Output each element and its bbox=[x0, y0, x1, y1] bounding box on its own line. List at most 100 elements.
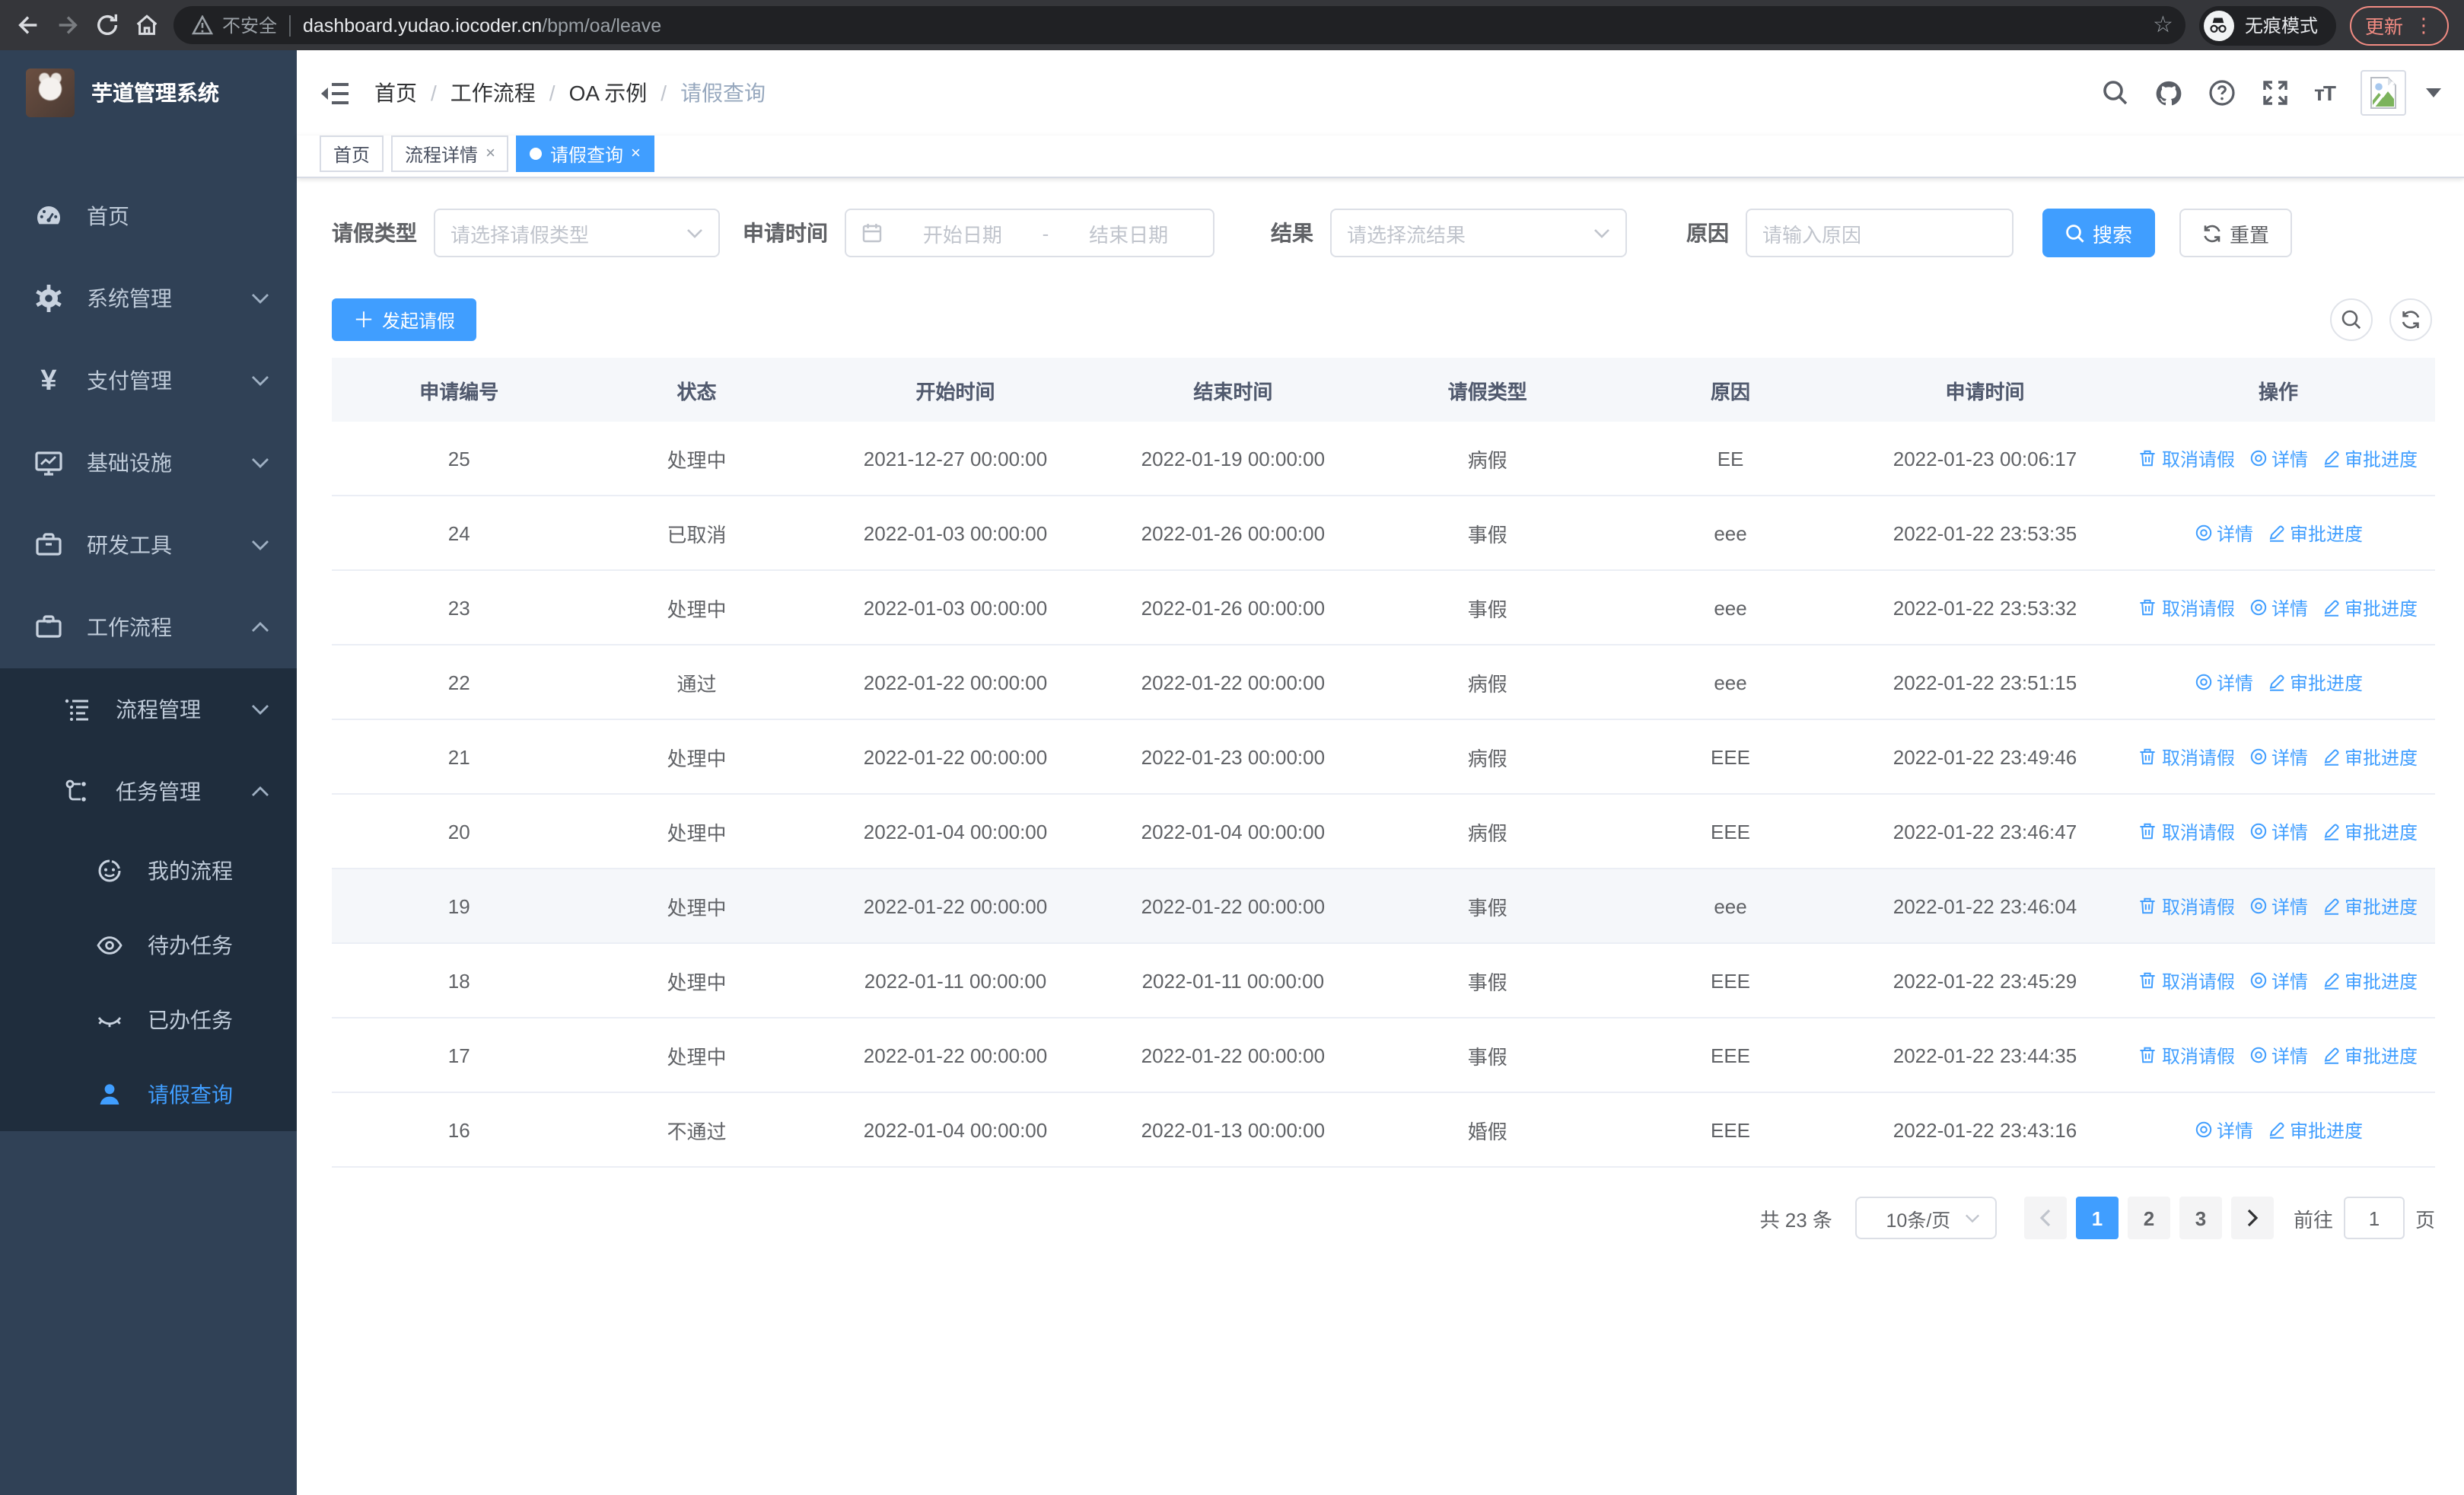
sidebar-item-workflow[interactable]: 工作流程 bbox=[0, 586, 297, 668]
search-icon[interactable] bbox=[2101, 79, 2128, 107]
sidebar-item-leave-query[interactable]: 请假查询 bbox=[0, 1057, 297, 1131]
progress-action-link[interactable]: 审批进度 bbox=[2267, 669, 2363, 695]
progress-action-link[interactable]: 审批进度 bbox=[2322, 445, 2418, 471]
github-icon[interactable] bbox=[2154, 79, 2182, 107]
browser-reload-icon[interactable] bbox=[94, 12, 120, 38]
avatar-caret-icon[interactable] bbox=[2426, 88, 2441, 97]
pagination: 共 23 条 10条/页 1 2 3 前往 1 页 bbox=[332, 1197, 2435, 1239]
sidebar-item-payment[interactable]: ¥ 支付管理 bbox=[0, 339, 297, 422]
leave-type-select[interactable]: 请选择请假类型 bbox=[434, 209, 720, 257]
detail-action-link[interactable]: 详情 bbox=[2249, 594, 2308, 620]
tree-icon bbox=[61, 775, 94, 808]
sidebar-item-process-mgmt[interactable]: 流程管理 bbox=[0, 668, 297, 751]
chevron-up-icon bbox=[251, 786, 269, 798]
page-button-1[interactable]: 1 bbox=[2075, 1197, 2119, 1239]
sidebar-item-home[interactable]: 首页 bbox=[0, 175, 297, 257]
cancel-action-link[interactable]: 取消请假 bbox=[2139, 893, 2235, 919]
logo-row[interactable]: 芋道管理系统 bbox=[0, 50, 297, 135]
progress-action-link[interactable]: 审批进度 bbox=[2322, 594, 2418, 620]
table-search-toggle-button[interactable] bbox=[2330, 298, 2373, 341]
cancel-action-link[interactable]: 取消请假 bbox=[2139, 818, 2235, 844]
sidebar-item-system[interactable]: 系统管理 bbox=[0, 257, 297, 339]
progress-action-link[interactable]: 审批进度 bbox=[2322, 1042, 2418, 1068]
fullscreen-icon[interactable] bbox=[2261, 79, 2288, 107]
cancel-action-link[interactable]: 取消请假 bbox=[2139, 445, 2235, 471]
start-date-input[interactable]: 开始日期 bbox=[893, 218, 1032, 247]
breadcrumb-workflow[interactable]: 工作流程 bbox=[450, 78, 536, 108]
bookmark-star-icon[interactable]: ☆ bbox=[2153, 14, 2173, 37]
progress-action-link[interactable]: 审批进度 bbox=[2322, 893, 2418, 919]
browser-menu-icon[interactable]: ⋮ bbox=[2414, 15, 2434, 35]
help-icon[interactable] bbox=[2208, 79, 2235, 107]
goto-page-input[interactable]: 1 bbox=[2343, 1197, 2405, 1239]
detail-action-link[interactable]: 详情 bbox=[2249, 1042, 2308, 1068]
address-bar[interactable]: 不安全 dashboard.yudao.iocoder.cn/bpm/oa/le… bbox=[173, 6, 2185, 44]
detail-action-link[interactable]: 详情 bbox=[2249, 818, 2308, 844]
create-leave-button[interactable]: ＋ 发起请假 bbox=[332, 298, 477, 341]
tab-home[interactable]: 首页 bbox=[320, 135, 384, 172]
trash-icon bbox=[2141, 823, 2156, 840]
start-time-cell: 2021-12-27 00:00:00 bbox=[863, 447, 1048, 470]
detail-action-link[interactable]: 详情 bbox=[2194, 520, 2253, 546]
browser-forward-icon[interactable] bbox=[55, 12, 81, 38]
tab-leave-query[interactable]: 请假查询 × bbox=[516, 135, 654, 172]
application-id-cell: 19 bbox=[447, 894, 470, 917]
page-size-select[interactable]: 10条/页 bbox=[1854, 1197, 1997, 1239]
close-icon[interactable]: × bbox=[485, 145, 495, 162]
progress-action-link[interactable]: 审批进度 bbox=[2322, 967, 2418, 993]
trash-icon bbox=[2141, 450, 2156, 467]
detail-action-link[interactable]: 详情 bbox=[2249, 893, 2308, 919]
leave-type-cell: 事假 bbox=[1467, 971, 1507, 993]
page-button-3[interactable]: 3 bbox=[2179, 1197, 2222, 1239]
end-date-input[interactable]: 结束日期 bbox=[1059, 218, 1198, 247]
chevron-down-icon bbox=[251, 292, 269, 304]
browser-back-icon[interactable] bbox=[15, 12, 41, 38]
sidebar-item-devtools[interactable]: 研发工具 bbox=[0, 504, 297, 586]
cancel-action-link[interactable]: 取消请假 bbox=[2139, 744, 2235, 770]
toolbox-icon bbox=[32, 528, 65, 562]
close-icon[interactable]: × bbox=[631, 145, 641, 162]
end-time-cell: 2022-01-11 00:00:00 bbox=[1141, 969, 1325, 992]
cancel-action-link[interactable]: 取消请假 bbox=[2139, 967, 2235, 993]
progress-action-link[interactable]: 审批进度 bbox=[2322, 744, 2418, 770]
progress-action-link[interactable]: 审批进度 bbox=[2267, 520, 2363, 546]
cancel-action-link[interactable]: 取消请假 bbox=[2139, 1042, 2235, 1068]
progress-action-link[interactable]: 审批进度 bbox=[2322, 818, 2418, 844]
sidebar-item-my-process[interactable]: 我的流程 bbox=[0, 833, 297, 907]
status-cell: 处理中 bbox=[667, 598, 727, 620]
not-secure-badge[interactable]: 不安全 bbox=[192, 12, 277, 38]
reason-input[interactable]: 请输入原因 bbox=[1746, 209, 2014, 257]
apply-time-range-picker[interactable]: 开始日期 - 结束日期 bbox=[845, 209, 1214, 257]
search-button[interactable]: 搜索 bbox=[2042, 209, 2156, 257]
page-button-2[interactable]: 2 bbox=[2127, 1197, 2170, 1239]
user-avatar[interactable] bbox=[2361, 70, 2406, 116]
browser-update-button[interactable]: 更新 ⋮ bbox=[2349, 5, 2449, 45]
leave-type-cell: 病假 bbox=[1467, 821, 1507, 844]
breadcrumb-home[interactable]: 首页 bbox=[374, 78, 417, 108]
detail-action-link[interactable]: 详情 bbox=[2249, 445, 2308, 471]
sidebar-item-task-mgmt[interactable]: 任务管理 bbox=[0, 751, 297, 833]
browser-home-icon[interactable] bbox=[134, 12, 160, 38]
reset-button[interactable]: 重置 bbox=[2179, 209, 2293, 257]
table-refresh-button[interactable] bbox=[2389, 298, 2432, 341]
breadcrumb-oa-example[interactable]: OA 示例 bbox=[569, 78, 648, 108]
chevron-down-icon bbox=[1965, 1213, 1980, 1223]
application-id-cell: 21 bbox=[447, 745, 470, 768]
sidebar-collapse-icon[interactable] bbox=[320, 78, 350, 108]
result-select[interactable]: 请选择流结果 bbox=[1330, 209, 1627, 257]
page-content: 请假类型 请选择请假类型 申请时间 开始日期 - 结束日期 结果 请选择流结果 bbox=[297, 178, 2464, 1495]
progress-action-link[interactable]: 审批进度 bbox=[2267, 1117, 2363, 1143]
sidebar-item-infrastructure[interactable]: 基础设施 bbox=[0, 422, 297, 504]
next-page-button[interactable] bbox=[2230, 1197, 2274, 1239]
detail-action-link[interactable]: 详情 bbox=[2249, 744, 2308, 770]
font-size-icon[interactable]: ᴛT bbox=[2314, 81, 2336, 105]
detail-action-link[interactable]: 详情 bbox=[2194, 669, 2253, 695]
tab-process-detail[interactable]: 流程详情 × bbox=[391, 135, 509, 172]
sidebar-item-done-tasks[interactable]: 已办任务 bbox=[0, 982, 297, 1057]
sidebar-item-todo-tasks[interactable]: 待办任务 bbox=[0, 907, 297, 982]
detail-action-link[interactable]: 详情 bbox=[2194, 1117, 2253, 1143]
detail-action-link[interactable]: 详情 bbox=[2249, 967, 2308, 993]
actions-cell: 取消请假 详情 审批进度 bbox=[2122, 594, 2435, 620]
cancel-action-link[interactable]: 取消请假 bbox=[2139, 594, 2235, 620]
prev-page-button[interactable] bbox=[2023, 1197, 2067, 1239]
